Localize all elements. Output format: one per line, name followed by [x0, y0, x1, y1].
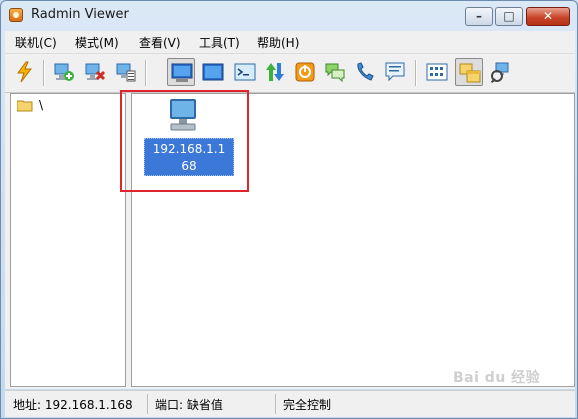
- message-button[interactable]: [381, 58, 409, 86]
- properties-icon: [116, 63, 136, 82]
- app-window: Radmin Viewer – □ ✕ 联机(C) 模式(M) 查看(V) 工具…: [0, 0, 578, 419]
- radmin-app-icon[interactable]: [9, 8, 23, 22]
- connect-button[interactable]: [11, 58, 39, 86]
- connect-icon: [17, 61, 33, 83]
- minimize-button[interactable]: –: [465, 7, 493, 26]
- watermark: Bai du 经验: [453, 370, 541, 386]
- minimize-icon: –: [476, 9, 482, 23]
- chat-icon: [325, 63, 345, 83]
- properties-button[interactable]: [112, 58, 140, 86]
- chat-button[interactable]: [321, 58, 349, 86]
- status-mode: 完全控制: [283, 398, 332, 412]
- shutdown-icon: [295, 62, 315, 82]
- folder-view-button[interactable]: [455, 58, 483, 86]
- folder-view-icon: [459, 63, 481, 83]
- tree-root-label[interactable]: \: [39, 98, 43, 112]
- menu-connection[interactable]: 联机(C): [15, 34, 57, 51]
- status-port: 端口: 缺省值: [155, 398, 223, 412]
- toolbar: [5, 54, 575, 93]
- view-only-icon: [202, 63, 224, 81]
- full-control-icon: [171, 63, 193, 82]
- status-address: 地址: 192.168.1.168: [13, 398, 133, 412]
- network-scan-icon: [490, 62, 509, 83]
- file-transfer-button[interactable]: [261, 58, 289, 86]
- folder-icon: [17, 100, 33, 112]
- client-area: \ 192.168.1.1 68: [5, 93, 575, 389]
- folder-tree[interactable]: \: [10, 93, 126, 387]
- menu-tools[interactable]: 工具(T): [199, 34, 240, 51]
- menu-view[interactable]: 查看(V): [139, 34, 181, 51]
- menu-help[interactable]: 帮助(H): [257, 34, 299, 51]
- telnet-icon: [234, 63, 256, 81]
- title-bar[interactable]: Radmin Viewer – □ ✕: [1, 1, 577, 29]
- telnet-button[interactable]: [231, 58, 259, 86]
- voice-chat-icon: [357, 62, 374, 81]
- close-button[interactable]: ✕: [526, 7, 570, 26]
- highlight-box: [120, 90, 249, 192]
- menu-mode[interactable]: 模式(M): [75, 34, 119, 51]
- network-scan-button[interactable]: [487, 58, 515, 86]
- delete-connection-icon: [85, 63, 106, 81]
- window-title: Radmin Viewer: [31, 7, 129, 22]
- add-connection-icon: [54, 63, 74, 81]
- message-icon: [385, 62, 405, 82]
- maximize-button[interactable]: □: [495, 7, 523, 26]
- close-icon: ✕: [542, 9, 554, 23]
- large-icons-button[interactable]: [423, 58, 451, 86]
- menu-bar: 联机(C) 模式(M) 查看(V) 工具(T) 帮助(H): [5, 31, 575, 54]
- voice-chat-button[interactable]: [351, 58, 379, 86]
- status-bar: 地址: 192.168.1.168 端口: 缺省值 完全控制: [5, 390, 575, 417]
- add-connection-button[interactable]: [50, 58, 78, 86]
- large-icons-icon: [426, 63, 448, 81]
- full-control-button[interactable]: [167, 58, 195, 86]
- delete-connection-button[interactable]: [81, 58, 109, 86]
- shutdown-button[interactable]: [291, 58, 319, 86]
- maximize-icon: □: [503, 9, 515, 23]
- view-only-button[interactable]: [199, 58, 227, 86]
- file-transfer-icon: [266, 63, 284, 81]
